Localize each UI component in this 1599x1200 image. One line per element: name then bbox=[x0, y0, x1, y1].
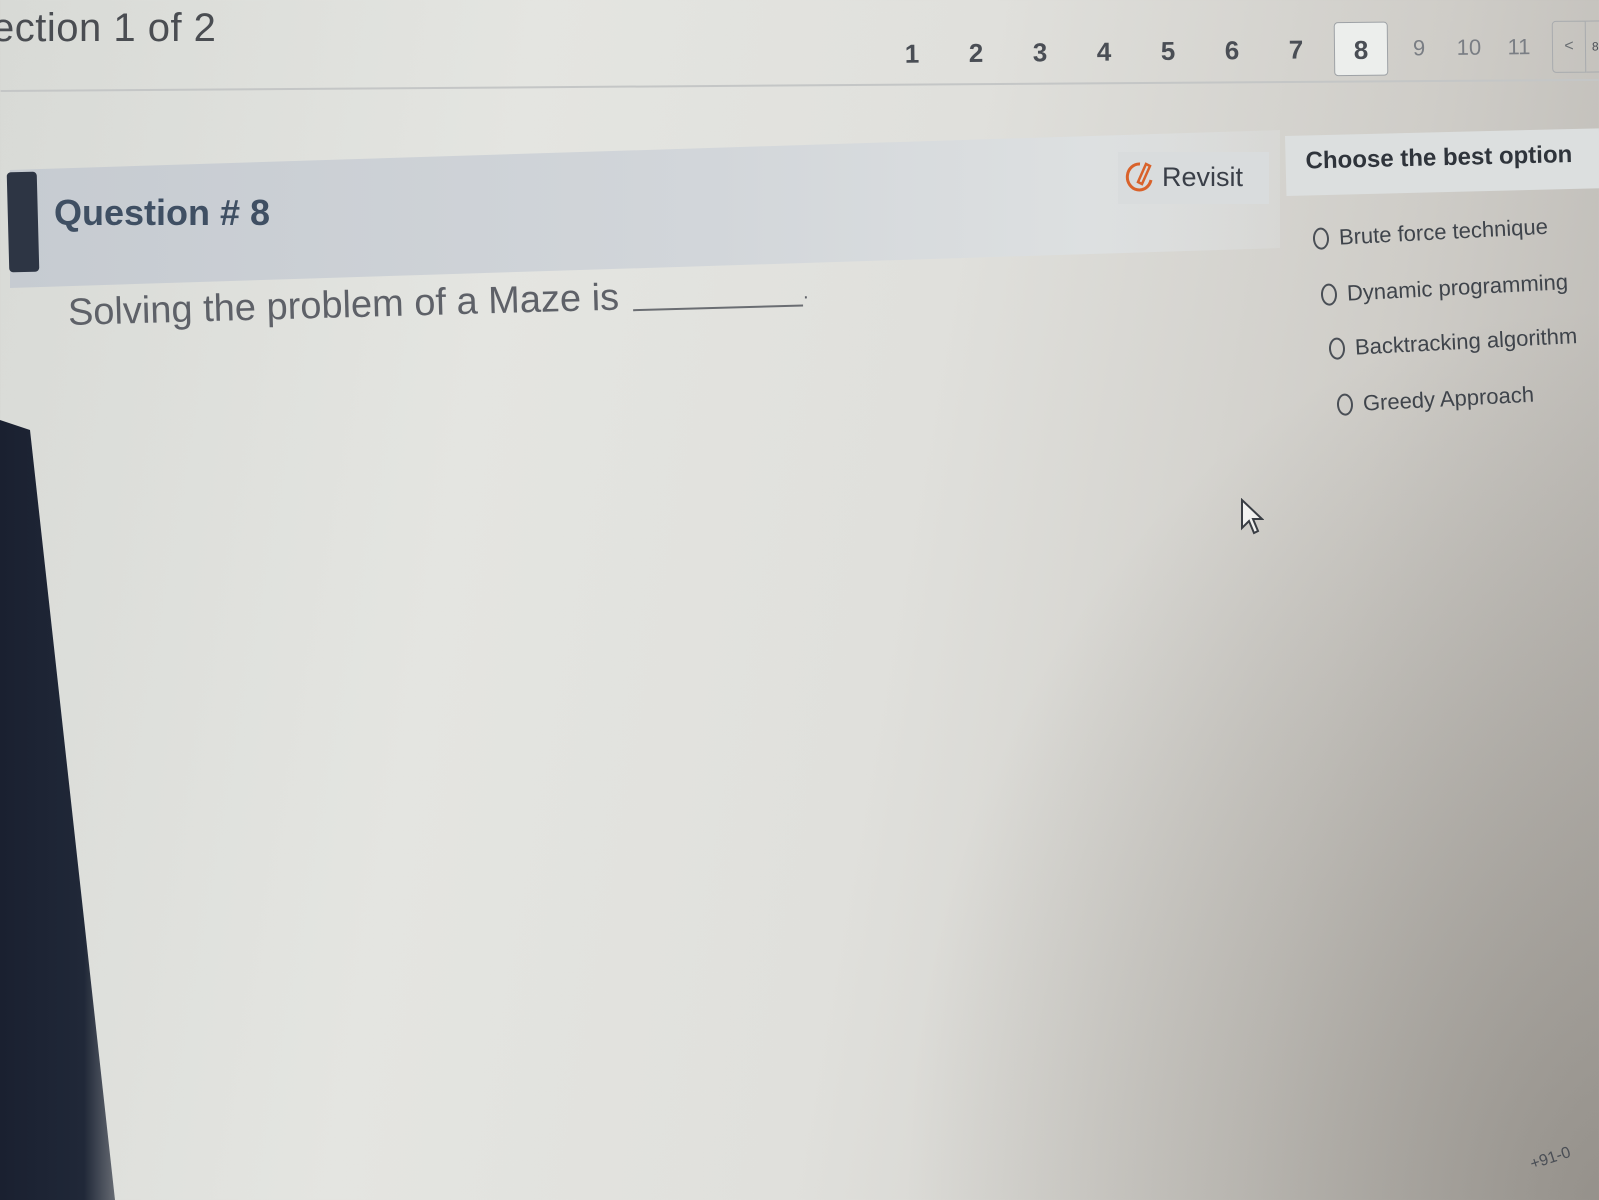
page-link-9[interactable]: 9 bbox=[1394, 35, 1444, 62]
question-accent-bar bbox=[6, 171, 40, 273]
answer-blank bbox=[633, 304, 804, 312]
radio-icon[interactable] bbox=[1328, 337, 1346, 360]
page-link-11[interactable]: 11 bbox=[1494, 34, 1544, 61]
options-panel: Choose the best option Brute force techn… bbox=[1285, 128, 1599, 430]
corner-text: +91-0 bbox=[1528, 1144, 1573, 1174]
mouse-pointer-icon bbox=[1241, 498, 1264, 535]
question-title: Question # 8 bbox=[54, 192, 271, 233]
option-4[interactable]: Greedy Approach bbox=[1336, 381, 1535, 418]
page-link-4[interactable]: 4 bbox=[1072, 36, 1136, 68]
page-link-6[interactable]: 6 bbox=[1200, 34, 1264, 66]
screen-shadow bbox=[899, 300, 1599, 1200]
option-2[interactable]: Dynamic programming bbox=[1320, 269, 1569, 308]
page-count-label: 8 of 40 bbox=[1585, 20, 1599, 73]
page-link-1[interactable]: 1 bbox=[880, 38, 944, 70]
radio-icon[interactable] bbox=[1336, 393, 1354, 416]
revisit-button[interactable]: Revisit bbox=[1118, 152, 1270, 204]
page-link-3[interactable]: 3 bbox=[1008, 36, 1072, 68]
revisit-label: Revisit bbox=[1162, 161, 1244, 192]
question-pager: 1 2 3 4 5 6 7 8 9 10 11 < 8 of 40 bbox=[880, 18, 1599, 82]
option-label: Greedy Approach bbox=[1362, 381, 1535, 416]
page-link-8-active[interactable]: 8 bbox=[1333, 21, 1389, 77]
page-link-5[interactable]: 5 bbox=[1136, 35, 1200, 67]
pager-prev-button[interactable]: < bbox=[1551, 20, 1587, 73]
option-label: Backtracking algorithm bbox=[1354, 323, 1578, 360]
radio-icon[interactable] bbox=[1320, 283, 1338, 306]
page-link-2[interactable]: 2 bbox=[944, 37, 1008, 69]
section-title: ection 1 of 2 bbox=[0, 6, 217, 50]
question-text: Solving the problem of a Maze is bbox=[67, 276, 620, 334]
question-period: . bbox=[802, 281, 809, 304]
option-label: Brute force technique bbox=[1338, 213, 1549, 250]
option-label: Dynamic programming bbox=[1346, 269, 1569, 306]
option-3[interactable]: Backtracking algorithm bbox=[1328, 323, 1578, 362]
revisit-icon bbox=[1125, 162, 1153, 192]
page-link-10[interactable]: 10 bbox=[1444, 35, 1494, 62]
options-header: Choose the best option bbox=[1285, 128, 1599, 196]
radio-icon[interactable] bbox=[1312, 227, 1330, 250]
page-link-7[interactable]: 7 bbox=[1264, 34, 1328, 66]
option-1[interactable]: Brute force technique bbox=[1312, 214, 1548, 252]
